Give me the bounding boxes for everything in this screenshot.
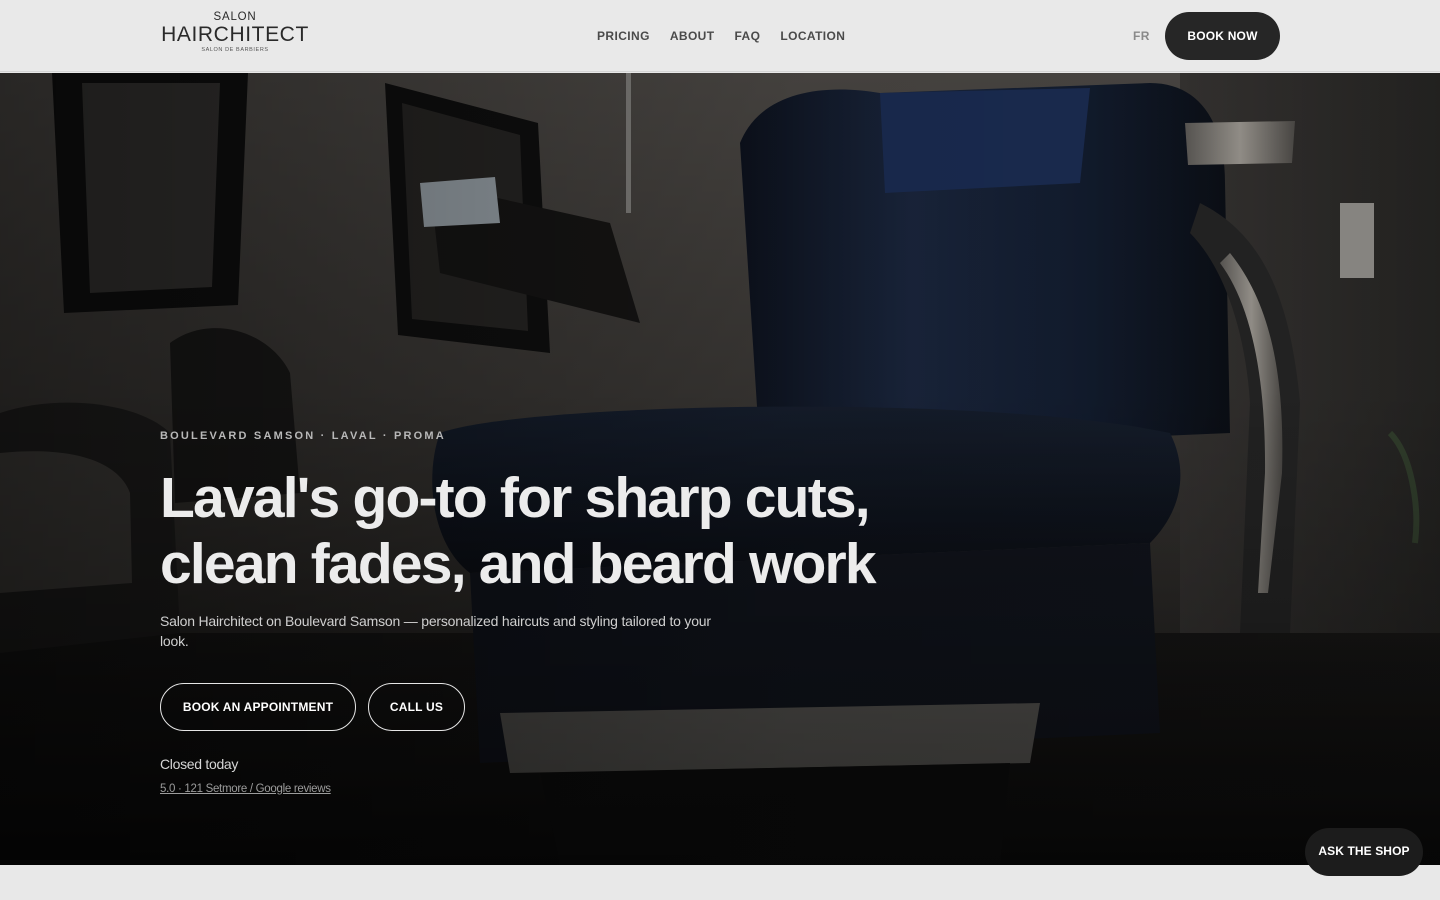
hero-headline: Laval's go-to for sharp cuts, clean fade… xyxy=(160,465,920,597)
hero-headline-line-2: clean fades, and beard work xyxy=(160,532,877,596)
nav-pricing[interactable]: PRICING xyxy=(597,27,650,45)
site-header: SALON HAIRCHITECT SALON DE BARBIERS PRIC… xyxy=(0,0,1440,72)
reviews-link[interactable]: 5.0 · 121 Setmore / Google reviews xyxy=(160,783,331,795)
hero-section: BOULEVARD SAMSON · LAVAL · PROMA Laval's… xyxy=(0,73,1440,865)
book-now-button[interactable]: BOOK NOW xyxy=(1165,12,1280,60)
nav-location[interactable]: LOCATION xyxy=(780,27,845,45)
hero-description: Salon Hairchitect on Boulevard Samson — … xyxy=(160,613,711,649)
ask-the-shop-button[interactable]: ASK THE SHOP xyxy=(1305,828,1423,876)
nav-about[interactable]: ABOUT xyxy=(670,27,715,45)
site-logo[interactable]: SALON HAIRCHITECT SALON DE BARBIERS xyxy=(158,11,312,61)
hero-headline-line-1: Laval's go-to for sharp cuts, xyxy=(160,466,871,530)
nav-faq[interactable]: FAQ xyxy=(734,27,760,45)
hero-eyebrow: BOULEVARD SAMSON · LAVAL · PROMA xyxy=(160,430,446,442)
logo-sub-text: SALON DE BARBIERS xyxy=(201,47,269,53)
call-us-button[interactable]: CALL US xyxy=(368,683,465,731)
language-toggle[interactable]: FR xyxy=(1133,27,1150,45)
main-nav: PRICING ABOUT FAQ LOCATION xyxy=(597,27,845,45)
opening-status: Closed today xyxy=(160,756,239,772)
book-appointment-button[interactable]: BOOK AN APPOINTMENT xyxy=(160,683,356,731)
logo-main-text: HAIRCHITECT xyxy=(161,23,309,46)
